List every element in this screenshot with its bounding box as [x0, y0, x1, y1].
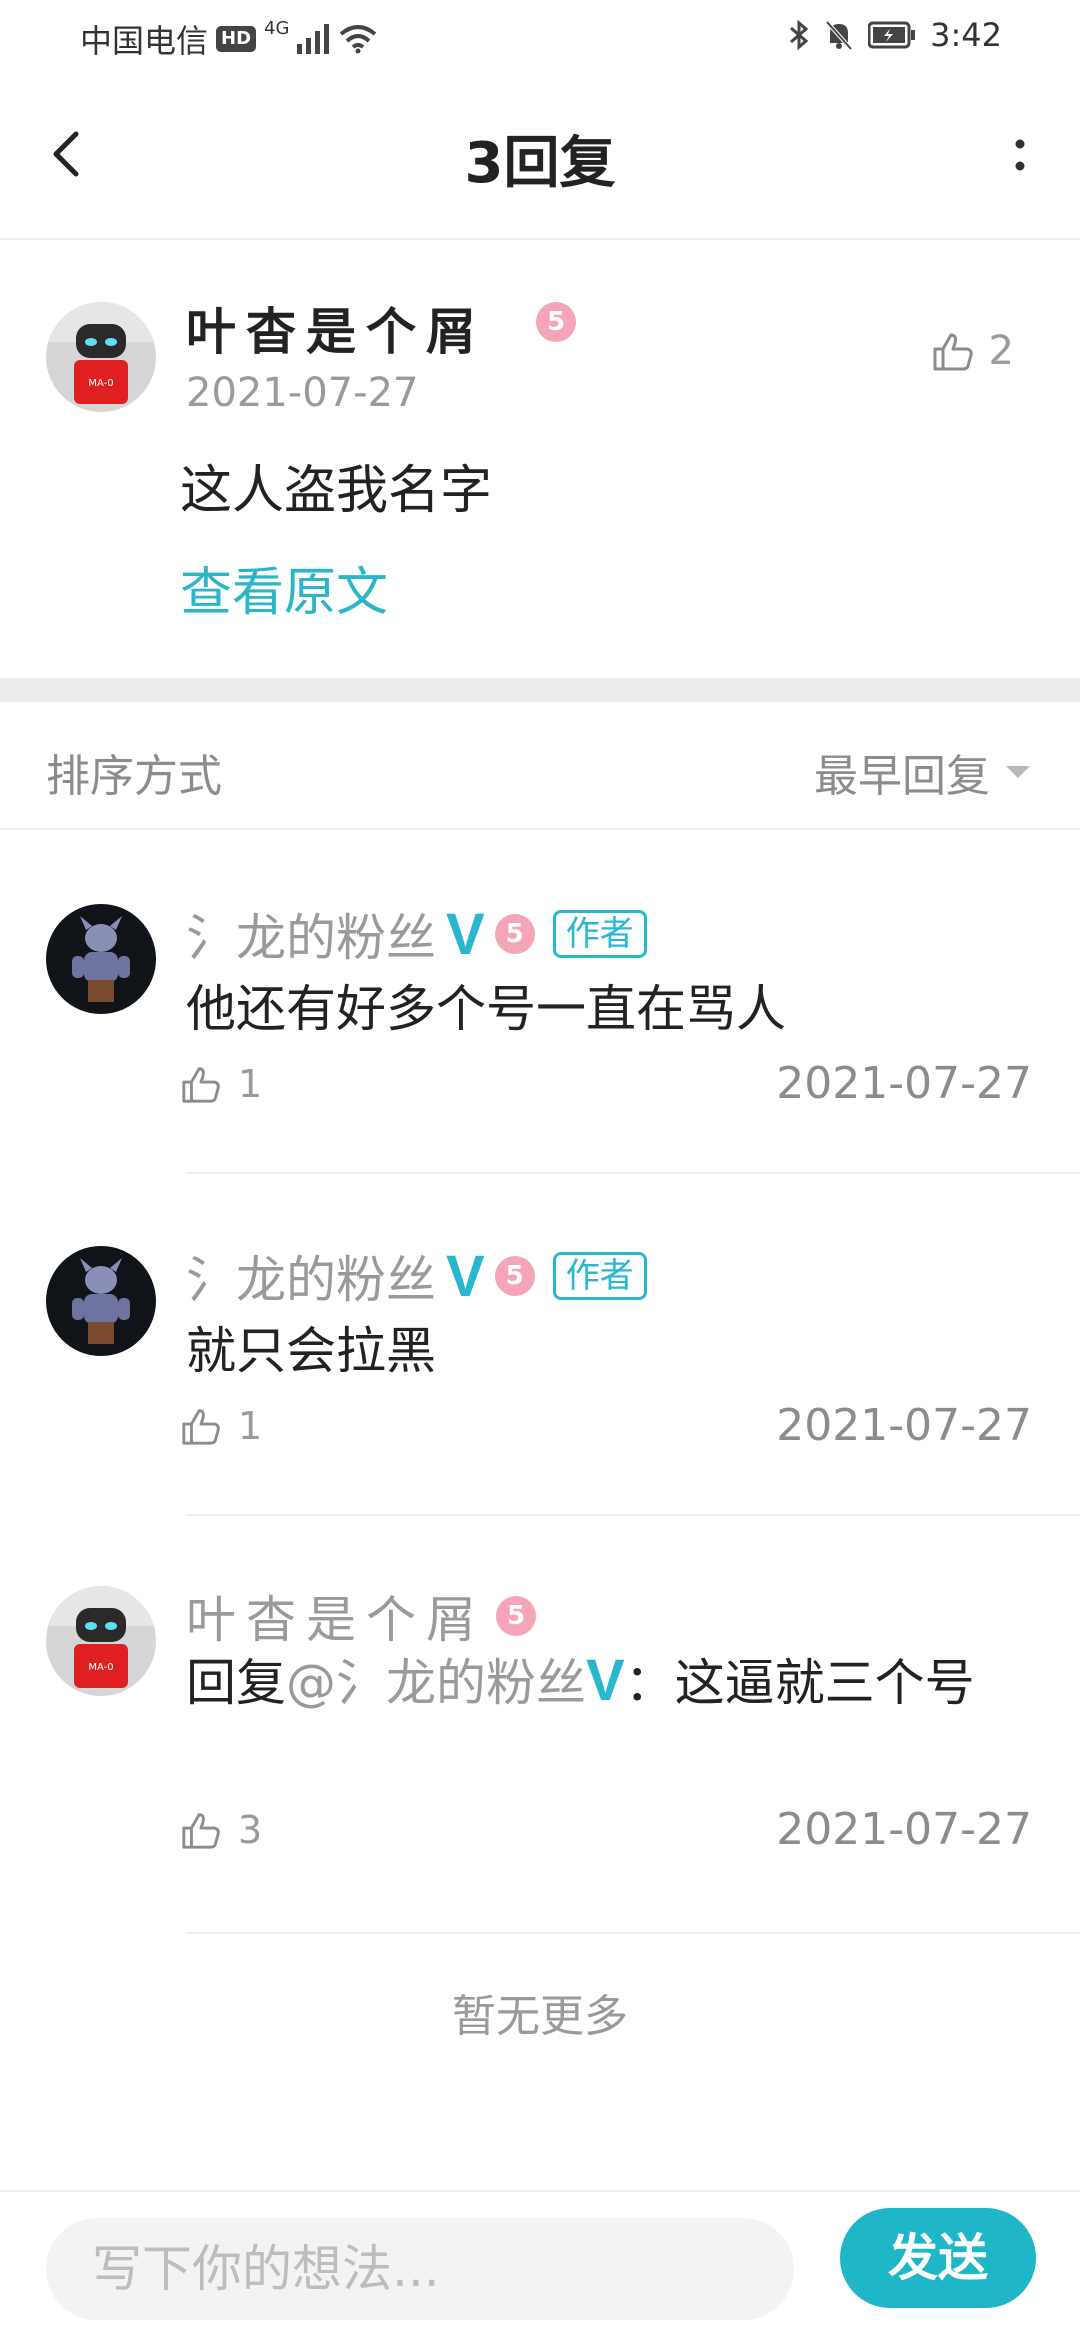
like-count: 3 [238, 1808, 263, 1852]
username[interactable]: 叶杳是个屑 [186, 292, 486, 364]
carrier-label: 中国电信 [80, 22, 209, 60]
like-count: 2 [988, 328, 1014, 374]
mention-link[interactable]: @氵龙的粉丝 [286, 1654, 586, 1712]
no-more-label: 暂无更多 [452, 1991, 628, 2042]
reply-content: 他还有好多个号一直在骂人 [186, 980, 786, 1038]
like-count: 1 [238, 1062, 263, 1106]
reply-item: 氵龙的粉丝 V 5 作者 他还有好多个号一直在骂人 1 2021-07-27 [0, 832, 1080, 1174]
author-tag: 作者 [552, 910, 647, 958]
character-avatar-image [46, 904, 156, 1014]
thumbs-up-icon [182, 1067, 220, 1103]
username[interactable]: 氵龙的粉丝 [186, 898, 436, 970]
thumbs-up-icon [933, 333, 973, 371]
reply-date: 2021-07-27 [776, 1400, 1032, 1451]
like-button[interactable]: 1 [180, 1404, 262, 1448]
svg-text:MA-0: MA-0 [88, 1662, 113, 1673]
view-original-link[interactable]: 查看原文 [180, 550, 388, 625]
main-post: MA-0 叶杳是个屑 5 2021-07-27 2 这人盗我名字 查看原文 [0, 240, 1080, 678]
reply-name-row: 氵龙的粉丝 V 5 作者 [186, 1240, 647, 1312]
username[interactable]: 氵龙的粉丝 [186, 1240, 436, 1312]
bell-off-icon [825, 20, 853, 51]
like-button[interactable]: 2 [931, 328, 1014, 374]
wifi-icon [340, 25, 377, 54]
comment-bar: 发送 [0, 2190, 1080, 2340]
screen: 中国电信 HD 4G 3:42 3回复 MA-0 叶杳是个屑 5 2021-07… [0, 0, 1080, 2340]
reply-prefix: 回复 [186, 1654, 286, 1712]
reply-content: 回复@氵龙的粉丝V：这逼就三个号 [186, 1644, 1036, 1720]
reply-text: ：这逼就三个号 [624, 1654, 975, 1712]
divider [186, 1932, 1080, 1934]
signal-icon [297, 24, 330, 54]
level-badge: 5 [494, 914, 535, 954]
character-avatar-image [46, 1246, 156, 1356]
status-bar: 中国电信 HD 4G 3:42 [0, 0, 1080, 74]
avatar[interactable]: MA-0 [46, 302, 156, 412]
page-title: 3回复 [464, 131, 616, 196]
reply-name-row: 氵龙的粉丝 V 5 作者 [186, 898, 647, 970]
clock-time: 3:42 [930, 16, 1002, 54]
like-button[interactable]: 3 [180, 1808, 262, 1852]
more-vertical-icon [1015, 139, 1025, 171]
level-badge: 5 [494, 1256, 535, 1296]
reply-name-row: 叶杳是个屑 5 [186, 1580, 536, 1652]
more-options-button[interactable] [1000, 126, 1040, 186]
top-app-bar: 3回复 [0, 74, 1080, 240]
sort-dropdown[interactable]: 最早回复 [814, 740, 1030, 804]
reply-content: 就只会拉黑 [186, 1322, 436, 1380]
reply-date: 2021-07-27 [776, 1804, 1032, 1855]
send-button[interactable]: 发送 [840, 2208, 1036, 2308]
bluetooth-icon [790, 19, 809, 51]
thumbs-up-icon [182, 1813, 220, 1849]
like-button[interactable]: 1 [180, 1062, 262, 1106]
svg-text:MA-0: MA-0 [88, 378, 113, 389]
level-badge: 5 [496, 1596, 536, 1636]
reply-item: MA-0 叶杳是个屑 5 回复@氵龙的粉丝V：这逼就三个号 3 2021-07-… [0, 1516, 1080, 1936]
author-tag: 作者 [552, 1252, 647, 1300]
like-count: 1 [238, 1404, 263, 1448]
section-divider [0, 678, 1080, 702]
reply-date: 2021-07-27 [776, 1058, 1032, 1109]
status-right: 3:42 [788, 16, 1002, 54]
vip-badge: V [586, 1648, 625, 1713]
post-content: 这人盗我名字 [180, 461, 493, 521]
username[interactable]: 叶杳是个屑 [186, 1580, 486, 1652]
comment-input[interactable] [46, 2218, 794, 2320]
avatar[interactable] [46, 904, 156, 1014]
vip-badge: V [446, 1243, 485, 1309]
avatar[interactable]: MA-0 [46, 1586, 156, 1696]
sort-selected: 最早回复 [814, 751, 990, 802]
sort-label: 排序方式 [46, 751, 222, 802]
level-badge: 5 [536, 302, 576, 342]
sort-bar: 排序方式 最早回复 [0, 702, 1080, 830]
caret-down-icon [1006, 766, 1030, 778]
avatar[interactable] [46, 1246, 156, 1356]
robot-avatar-image: MA-0 [46, 1586, 156, 1696]
thumbs-up-icon [182, 1409, 220, 1445]
robot-avatar-image: MA-0 [46, 302, 156, 412]
hd-badge: HD [216, 26, 257, 52]
post-date: 2021-07-27 [186, 370, 419, 416]
reply-item: 氵龙的粉丝 V 5 作者 就只会拉黑 1 2021-07-27 [0, 1174, 1080, 1516]
network-type: 4G [264, 18, 290, 39]
vip-badge: V [446, 901, 485, 967]
status-left: 中国电信 HD 4G [80, 16, 377, 62]
battery-icon [868, 21, 916, 49]
